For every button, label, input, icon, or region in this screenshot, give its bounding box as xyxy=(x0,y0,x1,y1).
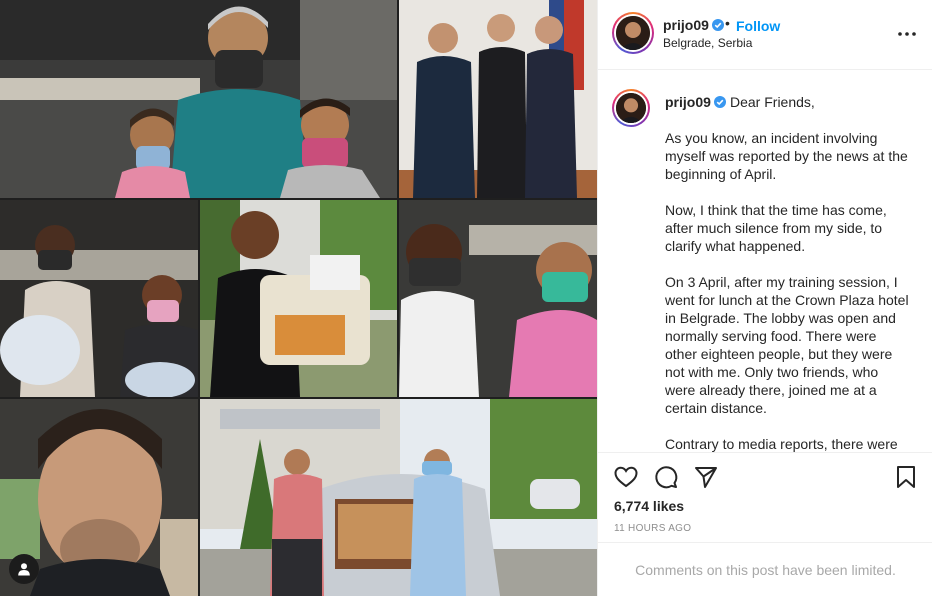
caption-scroll-area[interactable]: prijo09 Dear Friends, As you know, an in… xyxy=(598,71,932,452)
bookmark-icon[interactable] xyxy=(893,464,919,490)
caption-paragraph: On 3 April, after my training session, I… xyxy=(665,274,909,416)
photo-men-car-boxes xyxy=(200,399,597,596)
caption-paragraph: Now, I think that the time has come, aft… xyxy=(665,202,887,254)
heart-icon[interactable] xyxy=(613,464,639,490)
avatar[interactable] xyxy=(612,12,654,54)
post-timestamp[interactable]: 11 HOURS AGO xyxy=(614,523,691,534)
photo-man-with-kids xyxy=(0,0,397,198)
caption-text: As you know, an incident involving mysel… xyxy=(665,129,911,452)
photo-three-men-office xyxy=(399,0,597,198)
paper-plane-icon[interactable] xyxy=(693,464,719,490)
follow-button[interactable]: Follow xyxy=(736,18,780,34)
photo-woman-girl-supplies xyxy=(0,200,198,397)
comment-bubble-icon[interactable] xyxy=(653,464,679,490)
verified-badge-icon xyxy=(713,96,726,108)
caption-paragraph: Contrary to media reports, there were xyxy=(665,436,898,452)
comments-limited-notice: Comments on this post have been limited. xyxy=(598,542,932,596)
photo-boy-woman-selfie xyxy=(399,200,597,397)
verified-badge-icon xyxy=(711,19,724,31)
caption-avatar[interactable] xyxy=(612,89,650,127)
caption-username-text: prijo09 xyxy=(665,94,711,110)
post-actions-bar xyxy=(598,452,932,500)
post-header: prijo09 • Follow Belgrade, Serbia xyxy=(598,0,932,70)
caption-username[interactable]: prijo09 xyxy=(665,94,726,110)
post-media-collage[interactable] xyxy=(0,0,597,596)
likes-count[interactable]: 6,774 likes xyxy=(614,498,684,514)
location-link[interactable]: Belgrade, Serbia xyxy=(663,36,752,50)
username-text: prijo09 xyxy=(663,17,709,33)
more-options-icon[interactable] xyxy=(895,24,919,44)
separator-dot: • xyxy=(725,15,730,31)
caption-paragraph: As you know, an incident involving mysel… xyxy=(665,130,908,182)
caption-greeting: Dear Friends, xyxy=(730,94,815,110)
post-side-panel: prijo09 • Follow Belgrade, Serbia prijo0… xyxy=(597,0,932,596)
username-link[interactable]: prijo09 xyxy=(663,17,724,33)
user-tag-icon[interactable] xyxy=(9,554,39,584)
photo-woman-with-package xyxy=(200,200,397,397)
